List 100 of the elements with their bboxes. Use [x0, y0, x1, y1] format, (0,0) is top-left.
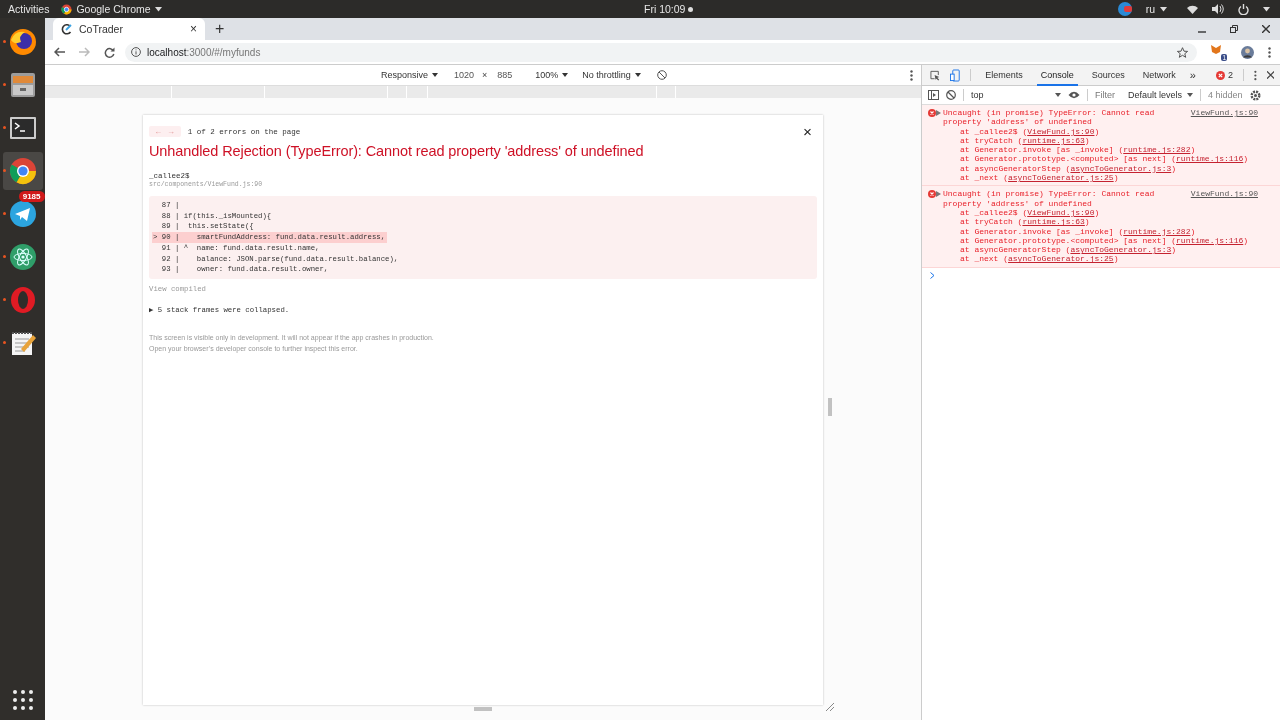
source-link[interactable]: runtime.js:282 [1123, 226, 1191, 236]
reload-icon[interactable] [104, 46, 115, 58]
height-field[interactable]: 885 [497, 70, 520, 80]
more-icon[interactable] [1253, 69, 1257, 81]
close-button[interactable]: × [190, 22, 197, 36]
stack-frame: at Generator.invoke [as _invoke] (runtime.js:282) [940, 145, 1276, 155]
stack-frame: at _next (asyncToGenerator.js:25) [940, 254, 1276, 264]
app-icon [61, 3, 73, 15]
dock-item[interactable] [2, 152, 43, 190]
source-link[interactable]: runtime.js:116 [1176, 235, 1244, 245]
caret-icon [562, 73, 569, 77]
hidden-count: 4 hidden [1208, 90, 1243, 100]
power-icon[interactable] [1238, 3, 1249, 15]
atom-icon [8, 243, 37, 271]
back-icon[interactable] [54, 47, 65, 57]
filter-field[interactable]: Filter [1095, 90, 1129, 100]
drawer-icon [8, 71, 37, 99]
tab-title: CoTrader [79, 23, 124, 35]
volume-icon[interactable] [1212, 4, 1224, 14]
more-icon[interactable] [910, 69, 913, 81]
caret-icon [1055, 93, 1061, 97]
clear-icon[interactable] [946, 90, 956, 100]
star-icon[interactable] [1177, 46, 1188, 58]
resize-handle-icon[interactable] [828, 398, 832, 416]
error-title: Unhandled Rejection (TypeError): Cannot read property 'address' of undefined [149, 143, 645, 159]
menu-icon[interactable] [1268, 46, 1271, 58]
expand-arrow-icon[interactable] [936, 191, 941, 198]
source-link[interactable]: ViewFund.js:90 [1190, 189, 1258, 199]
rotate-icon[interactable] [656, 70, 667, 80]
stack-frame: at Generator.invoke [as _invoke] (runtime.js:282) [940, 226, 1276, 236]
source-link[interactable]: ViewFund.js:90 [1027, 126, 1095, 136]
stack-frame: at asyncGeneratorStep (asyncToGenerator.js:3) [940, 163, 1276, 174]
eye-icon[interactable] [1068, 91, 1080, 99]
stack-frame: at _next (asyncToGenerator.js:25) [940, 173, 1276, 183]
source-link[interactable]: asyncToGenerator.js:3 [1070, 163, 1172, 173]
source-link[interactable]: ViewFund.js:90 [1190, 108, 1258, 118]
ring-icon [8, 286, 37, 314]
restore-icon[interactable] [1230, 25, 1238, 33]
browser-tab[interactable]: CoTrader × [53, 18, 205, 40]
language-menu[interactable]: ru [1145, 3, 1167, 15]
device-icon[interactable] [950, 68, 961, 82]
app-grid-icon[interactable] [12, 690, 33, 710]
badge-icon[interactable] [1117, 2, 1132, 16]
width-field[interactable]: 1020 [454, 70, 477, 80]
source-link[interactable]: asyncToGenerator.js:25 [1008, 254, 1114, 264]
source-link[interactable]: runtime.js:63 [1022, 135, 1085, 145]
inspect-icon[interactable] [930, 69, 941, 81]
settings-icon[interactable] [1249, 89, 1261, 101]
times-sign: × [482, 70, 488, 80]
resize-corner-icon[interactable] [826, 703, 834, 711]
avatar-icon[interactable] [1241, 45, 1254, 59]
info-icon [131, 47, 141, 57]
source-link[interactable]: asyncToGenerator.js:25 [1008, 173, 1114, 183]
stack-frame: at tryCatch (runtime.js:63) [940, 135, 1276, 146]
fox-icon [1211, 43, 1222, 55]
source-link[interactable]: asyncToGenerator.js:3 [1070, 245, 1172, 255]
error-count[interactable]: 2 [1215, 70, 1233, 80]
expand-arrow-icon[interactable] [936, 110, 941, 116]
activities-button[interactable]: Activities [8, 3, 50, 15]
paper-plane-icon [8, 200, 37, 228]
resize-handle-icon[interactable] [474, 707, 492, 711]
source-link[interactable]: runtime.js:282 [1123, 145, 1191, 155]
devtools-tab[interactable]: Sources [1087, 64, 1129, 86]
sidebar-icon[interactable] [928, 90, 939, 100]
caret-icon [432, 73, 439, 77]
device-dropdown[interactable]: Responsive [381, 70, 439, 80]
stack-frame: at tryCatch (runtime.js:63) [940, 217, 1276, 227]
source-link[interactable]: runtime.js:116 [1176, 154, 1244, 164]
context-dropdown[interactable]: top [971, 90, 1061, 100]
caret-icon [1160, 6, 1167, 12]
devtools-tab[interactable]: Elements [981, 64, 1027, 86]
close-button[interactable]: × [803, 125, 812, 142]
zoom-dropdown[interactable]: 100% [535, 70, 569, 80]
more-tabs-button[interactable]: » [1189, 69, 1196, 81]
levels-dropdown[interactable]: Default levels [1128, 90, 1194, 100]
stack-frame: at asyncGeneratorStep (asyncToGenerator.js:3) [940, 245, 1276, 255]
throttling-dropdown[interactable]: No throttling [582, 70, 641, 80]
stack-frame: at Generator.prototype.<computed> [as next] (runtime.js:116) [940, 154, 1276, 164]
devtools-tab[interactable]: Console [1036, 64, 1078, 86]
count-badge: 9185 [18, 191, 45, 202]
devtools-tab[interactable]: Network [1138, 64, 1180, 86]
wheel-icon [8, 157, 37, 185]
error-icon [928, 109, 936, 117]
error-icon [1215, 70, 1225, 80]
caret-icon [1263, 6, 1270, 12]
close-icon[interactable] [1266, 71, 1274, 79]
app-menu[interactable]: Google Chrome [61, 3, 162, 15]
close-icon[interactable] [1262, 25, 1270, 33]
clock[interactable]: Fri 10:09 [644, 3, 694, 15]
source-link[interactable]: runtime.js:63 [1022, 217, 1085, 227]
terminal-icon [8, 114, 37, 142]
error-icon [928, 190, 936, 199]
url-text: localhost:3000/#/myfunds [147, 46, 261, 58]
source-link[interactable]: ViewFund.js:90 [1027, 207, 1095, 217]
address-bar[interactable]: localhost:3000/#/myfunds [125, 42, 1197, 62]
stack-frame: at _callee2$ (ViewFund.js:90) [940, 207, 1276, 218]
new-tab-button[interactable]: + [215, 20, 225, 38]
prompt-icon[interactable] [930, 271, 935, 279]
wifi-icon[interactable] [1187, 4, 1198, 14]
favicon-icon [61, 23, 72, 35]
